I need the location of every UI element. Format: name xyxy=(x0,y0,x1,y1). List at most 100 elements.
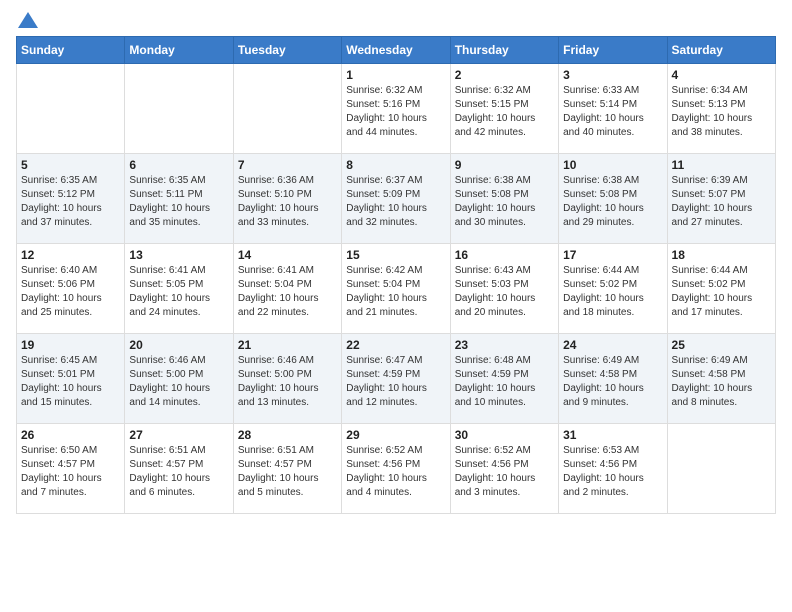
calendar-header-saturday: Saturday xyxy=(667,37,775,64)
calendar-cell: 24 Sunrise: 6:49 AM Sunset: 4:58 PM Dayli… xyxy=(559,334,667,424)
logo xyxy=(16,16,38,28)
calendar-cell: 30 Sunrise: 6:52 AM Sunset: 4:56 PM Dayli… xyxy=(450,424,558,514)
day-info: Sunrise: 6:39 AM Sunset: 5:07 PM Dayligh… xyxy=(672,174,771,230)
calendar-cell: 27 Sunrise: 6:51 AM Sunset: 4:57 PM Dayli… xyxy=(125,424,233,514)
day-info: Sunrise: 6:35 AM Sunset: 5:12 PM Dayligh… xyxy=(21,174,120,230)
calendar-cell: 21 Sunrise: 6:46 AM Sunset: 5:00 PM Dayli… xyxy=(233,334,341,424)
day-number: 16 xyxy=(455,248,554,262)
day-number: 13 xyxy=(129,248,228,262)
calendar-cell: 15 Sunrise: 6:42 AM Sunset: 5:04 PM Dayli… xyxy=(342,244,450,334)
calendar-cell: 16Sunrise: 6:43 AM Sunset: 5:03 PM Dayli… xyxy=(450,244,558,334)
day-info: Sunrise: 6:35 AM Sunset: 5:11 PM Dayligh… xyxy=(129,174,228,230)
calendar-cell xyxy=(667,424,775,514)
day-number: 31 xyxy=(563,428,662,442)
day-info: Sunrise: 6:53 AM Sunset: 4:56 PM Dayligh… xyxy=(563,444,662,500)
calendar-cell: 7Sunrise: 6:36 AM Sunset: 5:10 PM Daylig… xyxy=(233,154,341,244)
calendar-cell: 29 Sunrise: 6:52 AM Sunset: 4:56 PM Dayli… xyxy=(342,424,450,514)
day-info: Sunrise: 6:38 AM Sunset: 5:08 PM Dayligh… xyxy=(563,174,662,230)
day-number: 18 xyxy=(672,248,771,262)
day-info: Sunrise: 6:46 AM Sunset: 5:00 PM Dayligh… xyxy=(238,354,337,410)
day-info: Sunrise: 6:49 AM Sunset: 4:58 PM Dayligh… xyxy=(672,354,771,410)
calendar-cell: 9 Sunrise: 6:38 AM Sunset: 5:08 PM Daylig… xyxy=(450,154,558,244)
day-number: 17 xyxy=(563,248,662,262)
calendar-cell: 14Sunrise: 6:41 AM Sunset: 5:04 PM Dayli… xyxy=(233,244,341,334)
calendar-cell xyxy=(17,64,125,154)
calendar-header-thursday: Thursday xyxy=(450,37,558,64)
calendar-cell: 4 Sunrise: 6:34 AM Sunset: 5:13 PM Daylig… xyxy=(667,64,775,154)
calendar-cell: 23 Sunrise: 6:48 AM Sunset: 4:59 PM Dayli… xyxy=(450,334,558,424)
day-number: 9 xyxy=(455,158,554,172)
day-number: 1 xyxy=(346,68,445,82)
calendar-cell: 22Sunrise: 6:47 AM Sunset: 4:59 PM Dayli… xyxy=(342,334,450,424)
calendar-header-monday: Monday xyxy=(125,37,233,64)
day-info: Sunrise: 6:48 AM Sunset: 4:59 PM Dayligh… xyxy=(455,354,554,410)
day-info: Sunrise: 6:36 AM Sunset: 5:10 PM Dayligh… xyxy=(238,174,337,230)
day-info: Sunrise: 6:38 AM Sunset: 5:08 PM Dayligh… xyxy=(455,174,554,230)
calendar-table: SundayMondayTuesdayWednesdayThursdayFrid… xyxy=(16,36,776,514)
day-number: 14 xyxy=(238,248,337,262)
calendar-cell: 10 Sunrise: 6:38 AM Sunset: 5:08 PM Dayli… xyxy=(559,154,667,244)
calendar-cell: 3Sunrise: 6:33 AM Sunset: 5:14 PM Daylig… xyxy=(559,64,667,154)
calendar-week-row: 12 Sunrise: 6:40 AM Sunset: 5:06 PM Dayli… xyxy=(17,244,776,334)
day-info: Sunrise: 6:52 AM Sunset: 4:56 PM Dayligh… xyxy=(455,444,554,500)
day-info: Sunrise: 6:34 AM Sunset: 5:13 PM Dayligh… xyxy=(672,84,771,140)
day-info: Sunrise: 6:51 AM Sunset: 4:57 PM Dayligh… xyxy=(238,444,337,500)
day-info: Sunrise: 6:51 AM Sunset: 4:57 PM Dayligh… xyxy=(129,444,228,500)
day-number: 4 xyxy=(672,68,771,82)
day-number: 6 xyxy=(129,158,228,172)
day-info: Sunrise: 6:49 AM Sunset: 4:58 PM Dayligh… xyxy=(563,354,662,410)
day-number: 28 xyxy=(238,428,337,442)
calendar-cell: 17Sunrise: 6:44 AM Sunset: 5:02 PM Dayli… xyxy=(559,244,667,334)
calendar-cell: 25 Sunrise: 6:49 AM Sunset: 4:58 PM Dayli… xyxy=(667,334,775,424)
day-number: 5 xyxy=(21,158,120,172)
day-number: 30 xyxy=(455,428,554,442)
logo-icon xyxy=(18,12,38,28)
day-number: 11 xyxy=(672,158,771,172)
day-number: 25 xyxy=(672,338,771,352)
day-number: 20 xyxy=(129,338,228,352)
day-number: 29 xyxy=(346,428,445,442)
day-info: Sunrise: 6:37 AM Sunset: 5:09 PM Dayligh… xyxy=(346,174,445,230)
day-number: 2 xyxy=(455,68,554,82)
day-info: Sunrise: 6:52 AM Sunset: 4:56 PM Dayligh… xyxy=(346,444,445,500)
calendar-cell: 11 Sunrise: 6:39 AM Sunset: 5:07 PM Dayli… xyxy=(667,154,775,244)
day-number: 24 xyxy=(563,338,662,352)
day-info: Sunrise: 6:32 AM Sunset: 5:15 PM Dayligh… xyxy=(455,84,554,140)
day-number: 23 xyxy=(455,338,554,352)
day-info: Sunrise: 6:46 AM Sunset: 5:00 PM Dayligh… xyxy=(129,354,228,410)
calendar-week-row: 1 Sunrise: 6:32 AM Sunset: 5:16 PM Daylig… xyxy=(17,64,776,154)
day-info: Sunrise: 6:32 AM Sunset: 5:16 PM Dayligh… xyxy=(346,84,445,140)
calendar-cell: 12 Sunrise: 6:40 AM Sunset: 5:06 PM Dayli… xyxy=(17,244,125,334)
day-info: Sunrise: 6:50 AM Sunset: 4:57 PM Dayligh… xyxy=(21,444,120,500)
calendar-cell: 31 Sunrise: 6:53 AM Sunset: 4:56 PM Dayli… xyxy=(559,424,667,514)
calendar-cell xyxy=(125,64,233,154)
day-info: Sunrise: 6:40 AM Sunset: 5:06 PM Dayligh… xyxy=(21,264,120,320)
calendar-cell: 18 Sunrise: 6:44 AM Sunset: 5:02 PM Dayli… xyxy=(667,244,775,334)
day-number: 27 xyxy=(129,428,228,442)
day-number: 15 xyxy=(346,248,445,262)
calendar-cell xyxy=(233,64,341,154)
day-number: 12 xyxy=(21,248,120,262)
calendar-cell: 26 Sunrise: 6:50 AM Sunset: 4:57 PM Dayli… xyxy=(17,424,125,514)
calendar-cell: 19Sunrise: 6:45 AM Sunset: 5:01 PM Dayli… xyxy=(17,334,125,424)
calendar-header-tuesday: Tuesday xyxy=(233,37,341,64)
day-number: 26 xyxy=(21,428,120,442)
day-info: Sunrise: 6:42 AM Sunset: 5:04 PM Dayligh… xyxy=(346,264,445,320)
calendar-cell: 5 Sunrise: 6:35 AM Sunset: 5:12 PM Daylig… xyxy=(17,154,125,244)
day-number: 19 xyxy=(21,338,120,352)
calendar-header-sunday: Sunday xyxy=(17,37,125,64)
day-info: Sunrise: 6:41 AM Sunset: 5:05 PM Dayligh… xyxy=(129,264,228,320)
calendar-cell: 1 Sunrise: 6:32 AM Sunset: 5:16 PM Daylig… xyxy=(342,64,450,154)
day-number: 8 xyxy=(346,158,445,172)
calendar-header-wednesday: Wednesday xyxy=(342,37,450,64)
calendar-cell: 2 Sunrise: 6:32 AM Sunset: 5:15 PM Daylig… xyxy=(450,64,558,154)
day-number: 10 xyxy=(563,158,662,172)
calendar-header-row: SundayMondayTuesdayWednesdayThursdayFrid… xyxy=(17,37,776,64)
page-header xyxy=(16,16,776,28)
calendar-week-row: 19Sunrise: 6:45 AM Sunset: 5:01 PM Dayli… xyxy=(17,334,776,424)
day-info: Sunrise: 6:44 AM Sunset: 5:02 PM Dayligh… xyxy=(672,264,771,320)
day-info: Sunrise: 6:47 AM Sunset: 4:59 PM Dayligh… xyxy=(346,354,445,410)
calendar-cell: 6 Sunrise: 6:35 AM Sunset: 5:11 PM Daylig… xyxy=(125,154,233,244)
day-info: Sunrise: 6:33 AM Sunset: 5:14 PM Dayligh… xyxy=(563,84,662,140)
day-number: 21 xyxy=(238,338,337,352)
